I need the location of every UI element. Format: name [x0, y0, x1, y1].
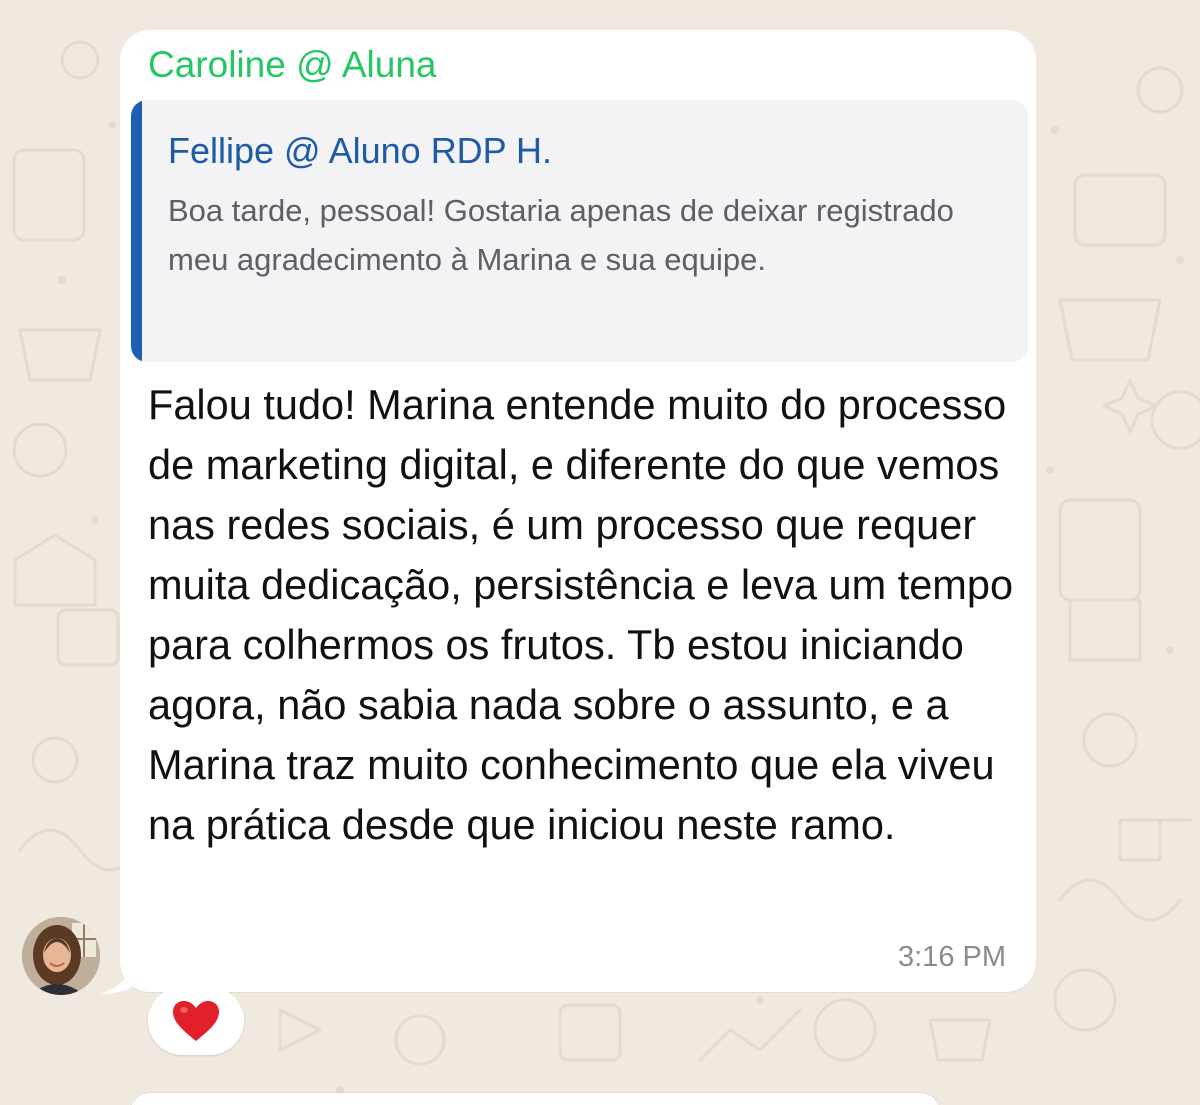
heart-icon	[173, 1001, 219, 1041]
next-message-bubble	[130, 1093, 940, 1105]
message-bubble[interactable]: Caroline @ Aluna Fellipe @ Aluno RDP H. …	[120, 30, 1036, 992]
reaction-pill[interactable]	[148, 987, 244, 1055]
quoted-author: Fellipe @ Aluno RDP H.	[168, 130, 553, 171]
message-timestamp: 3:16 PM	[898, 941, 1006, 973]
sender-name[interactable]: Caroline @ Aluna	[148, 44, 437, 86]
quoted-message[interactable]: Fellipe @ Aluno RDP H. Boa tarde, pessoa…	[131, 100, 1028, 362]
message-body: Falou tudo! Marina entende muito do proc…	[148, 381, 1014, 848]
sender-avatar[interactable]	[22, 917, 100, 995]
quote-accent-bar	[131, 100, 142, 362]
quoted-text: Boa tarde, pessoal! Gostaria apenas de d…	[168, 193, 954, 277]
